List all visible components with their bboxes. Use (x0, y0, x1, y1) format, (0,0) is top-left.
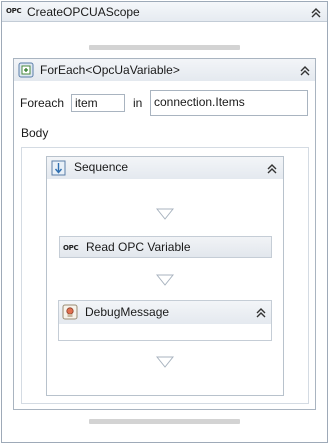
debug-message-title: DebugMessage (85, 305, 170, 319)
drop-target-arrow-icon[interactable] (156, 356, 174, 368)
collapse-icon[interactable] (298, 64, 312, 78)
debug-message-icon (62, 304, 78, 320)
collapse-icon[interactable] (254, 306, 268, 320)
scope-header[interactable]: OPC CreateOPCUAScope (2, 2, 327, 22)
drag-grip[interactable] (89, 45, 240, 50)
read-opc-variable-title: Read OPC Variable (86, 240, 191, 254)
foreach-header[interactable]: ForEach<OpcUaVariable> (14, 59, 315, 81)
collection-input[interactable]: connection.Items (150, 90, 308, 116)
drag-grip[interactable] (89, 419, 240, 424)
item-variable-input[interactable]: item (71, 94, 125, 112)
drop-target-arrow-icon[interactable] (156, 208, 174, 220)
opc-logo-icon: OPC (63, 244, 79, 252)
foreach-title: ForEach<OpcUaVariable> (40, 63, 180, 77)
body-label: Body (21, 126, 49, 140)
scope-title: CreateOPCUAScope (27, 5, 140, 19)
debug-message-header[interactable]: DebugMessage (59, 301, 271, 324)
sequence-title: Sequence (74, 160, 129, 174)
collapse-icon[interactable] (265, 162, 279, 176)
drop-target-arrow-icon[interactable] (156, 274, 174, 286)
in-label: in (133, 96, 143, 110)
sequence-icon (51, 160, 66, 176)
read-opc-variable-activity[interactable]: OPC Read OPC Variable (59, 236, 272, 258)
collapse-icon[interactable] (309, 6, 323, 20)
foreach-label: Foreach (20, 96, 65, 110)
foreach-icon (18, 62, 34, 78)
sequence-header[interactable]: Sequence (47, 157, 283, 179)
opc-logo-icon: OPC (6, 7, 22, 15)
